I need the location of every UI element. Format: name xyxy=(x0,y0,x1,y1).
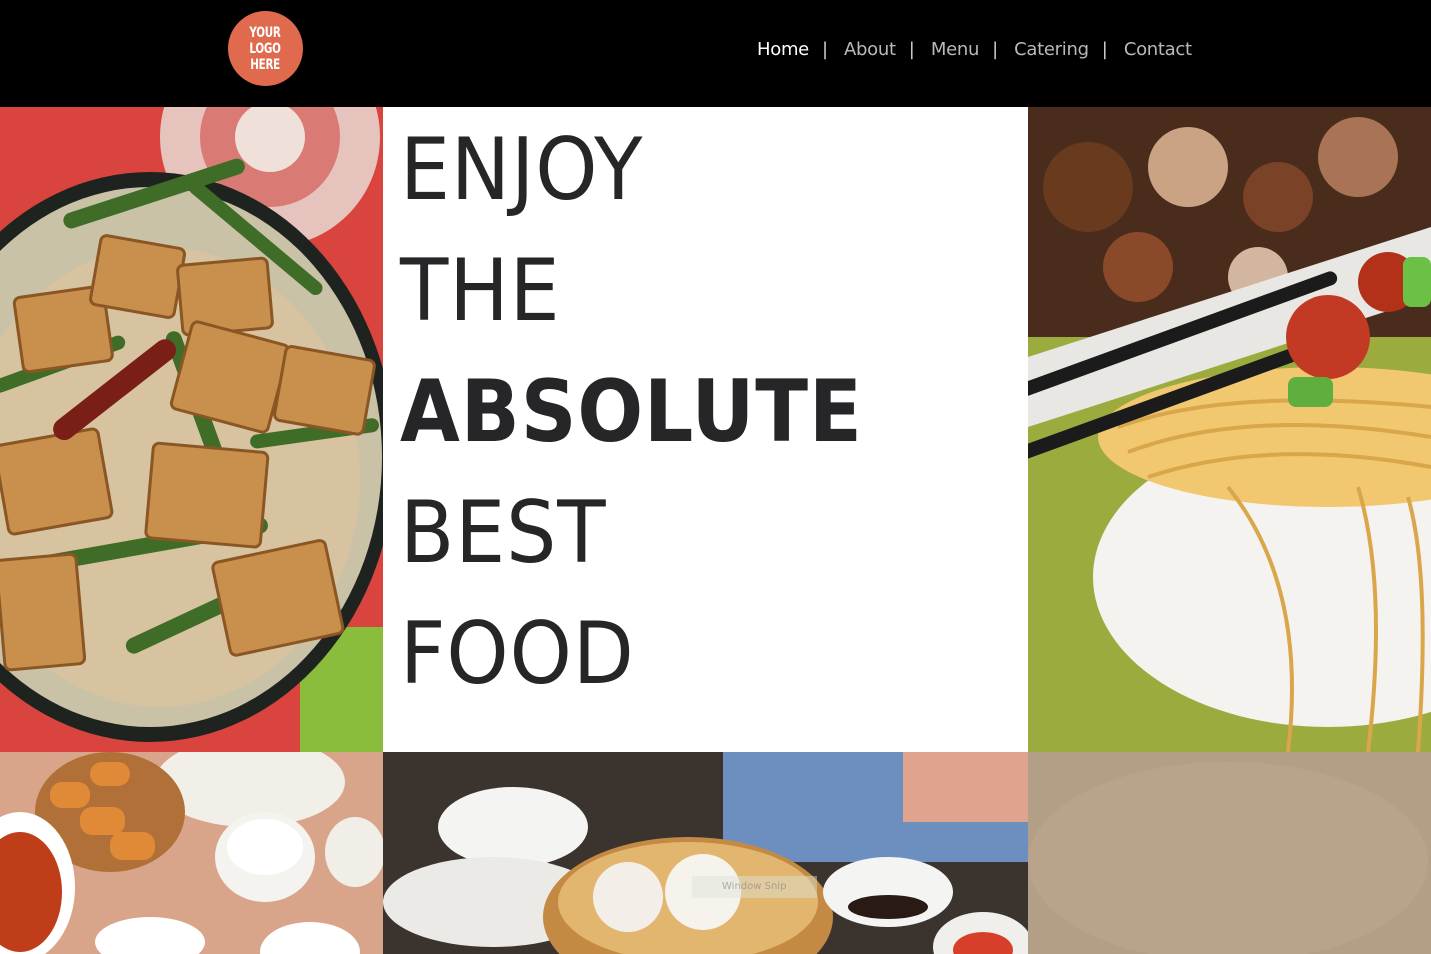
hero-line-2: THE xyxy=(400,241,561,341)
hero-line-3: ABSOLUTE xyxy=(400,362,863,462)
logo-line-2: LOGO xyxy=(249,40,282,57)
nav-menu[interactable]: Menu xyxy=(931,39,980,60)
hero-headline: ENJOY THE ABSOLUTE BEST FOOD xyxy=(400,110,914,715)
window-snip-overlay: Window Snip xyxy=(692,876,817,898)
nav-separator: | xyxy=(992,38,999,60)
food-photo-noodle-bowl xyxy=(1028,107,1431,752)
nav-contact[interactable]: Contact xyxy=(1124,39,1192,60)
hero-line-5: FOOD xyxy=(400,604,635,704)
main-nav: Home | About | Menu | Catering | Contact xyxy=(757,36,1192,62)
nav-catering[interactable]: Catering xyxy=(1014,39,1089,60)
food-photo-tofu-plate xyxy=(0,107,383,752)
nav-home[interactable]: Home xyxy=(757,39,809,60)
nav-about[interactable]: About xyxy=(844,39,896,60)
site-header: YOUR LOGO HERE Home | About | Menu | Cat… xyxy=(0,0,1431,107)
nav-separator: | xyxy=(1101,38,1108,60)
nav-separator: | xyxy=(821,38,829,60)
logo-line-1: YOUR xyxy=(249,24,282,41)
food-photo-dim-sum xyxy=(383,752,1028,954)
nav-separator: | xyxy=(908,38,915,60)
logo[interactable]: YOUR LOGO HERE xyxy=(228,11,303,86)
food-photo-fried-dough xyxy=(0,752,383,954)
hero-line-1: ENJOY xyxy=(400,120,644,220)
texture-panel xyxy=(1028,752,1431,954)
hero-line-4: BEST xyxy=(400,483,607,583)
logo-line-3: HERE xyxy=(250,56,281,73)
